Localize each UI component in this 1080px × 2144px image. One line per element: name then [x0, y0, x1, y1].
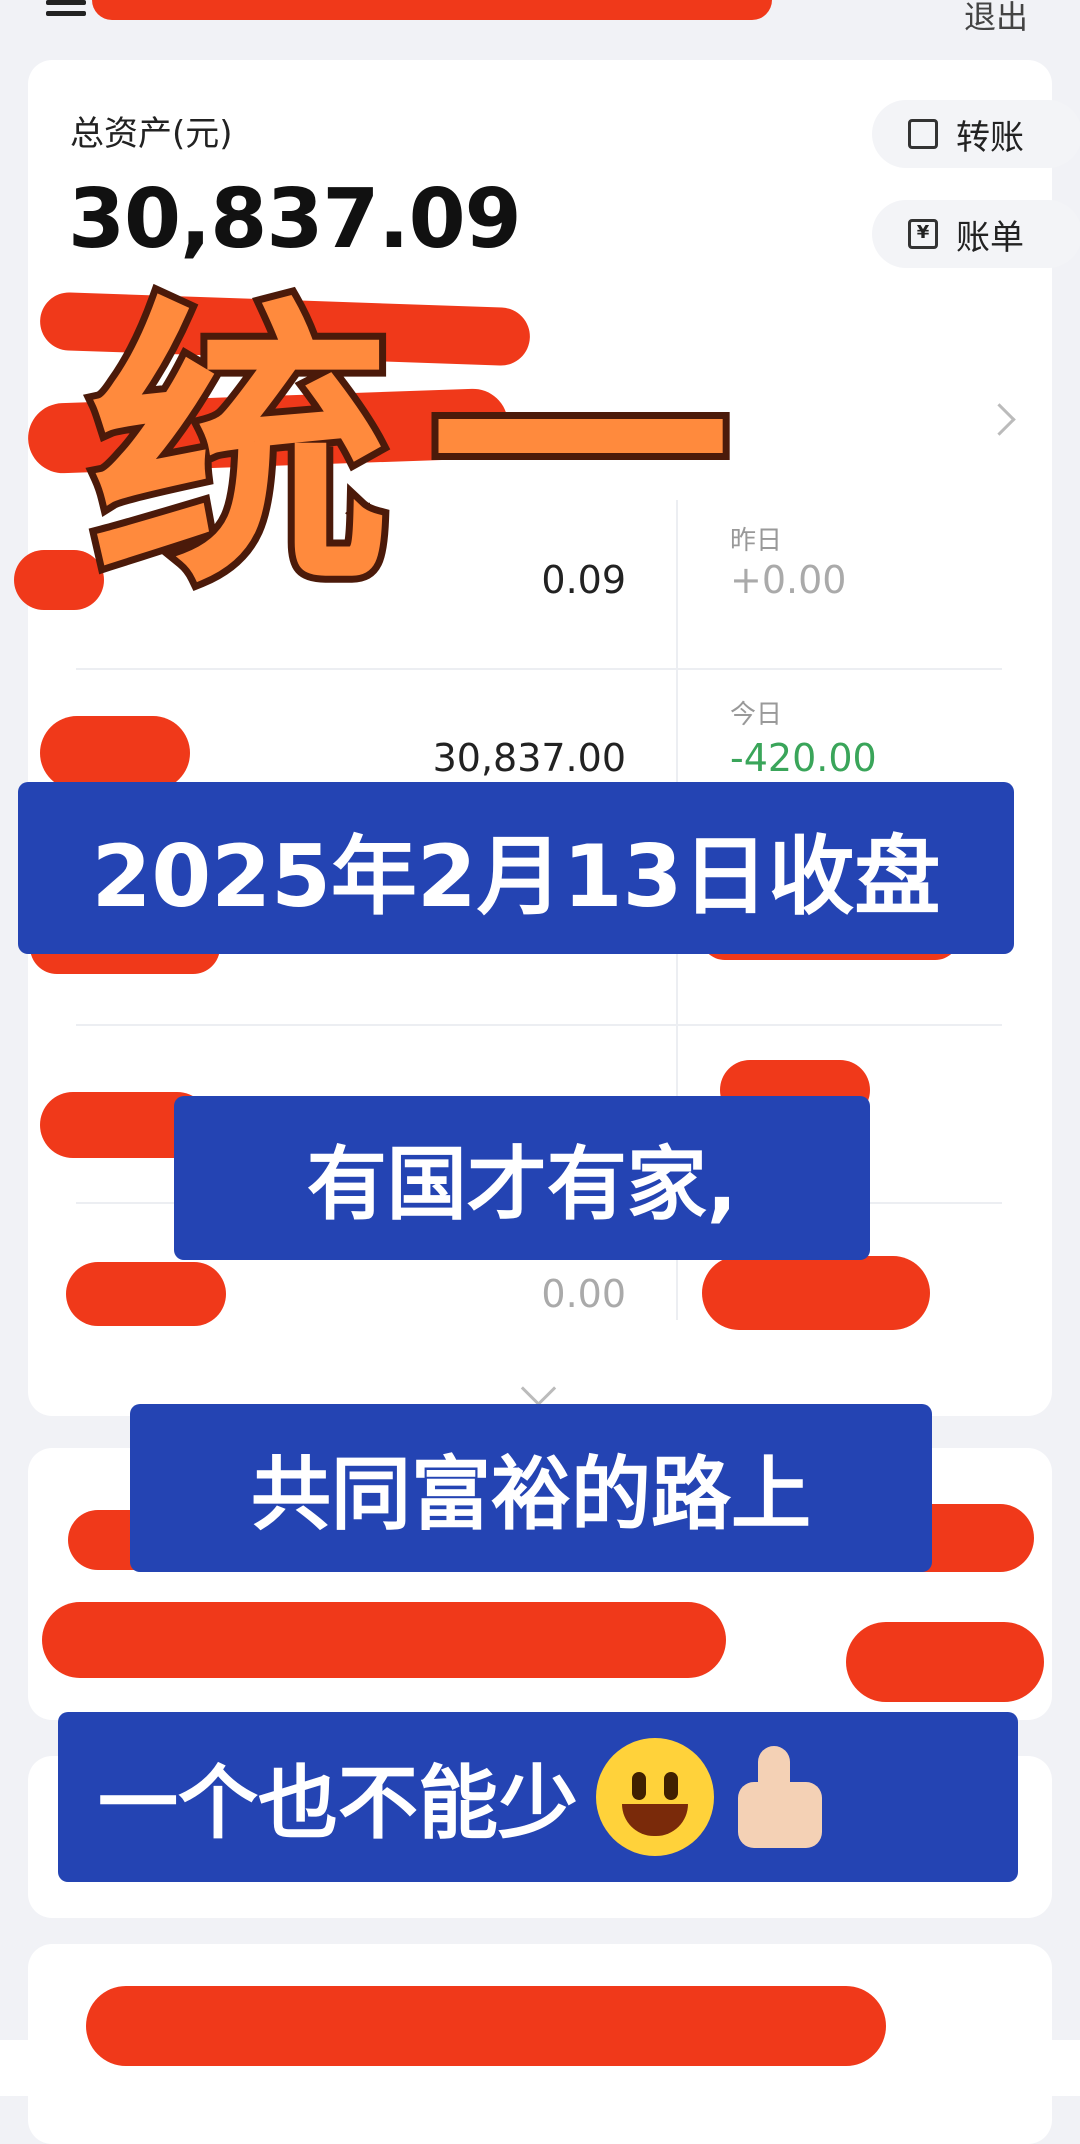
row-divider — [76, 668, 1002, 670]
logout-button[interactable]: 退出 — [964, 0, 1028, 38]
transfer-button[interactable]: 转账 — [872, 100, 1080, 168]
account-amount: 30,837.00 — [432, 736, 626, 780]
smiley-emoji-icon — [596, 1738, 714, 1856]
total-assets-label: 总资产(元) — [70, 114, 233, 154]
thumbs-up-emoji-icon — [728, 1742, 828, 1852]
redaction-mark — [66, 1262, 226, 1326]
redaction-mark — [42, 1602, 726, 1678]
caption-text: 一个也不能少 — [98, 1757, 578, 1850]
caption-banner: 有国才有家, — [174, 1096, 870, 1260]
transfer-label: 转账 — [956, 117, 1024, 158]
account-change: -420.00 — [730, 736, 877, 780]
total-assets-value: 30,837.09 — [68, 172, 522, 267]
menu-icon[interactable] — [46, 0, 86, 22]
transfer-icon — [908, 119, 938, 149]
bill-icon: ¥ — [908, 219, 938, 249]
redaction-mark — [92, 0, 772, 20]
redaction-mark — [846, 1622, 1044, 1702]
redaction-mark — [86, 1986, 886, 2066]
redaction-mark — [702, 1256, 930, 1330]
redaction-mark — [40, 716, 190, 790]
account-amount: 0.00 — [541, 1272, 626, 1316]
bill-button[interactable]: ¥ 账单 — [872, 200, 1080, 268]
headline-overlay: 统一 — [83, 275, 770, 624]
bill-label: 账单 — [956, 217, 1024, 258]
caption-banner: 一个也不能少 — [58, 1712, 1018, 1882]
caption-banner: 共同富裕的路上 — [130, 1404, 932, 1572]
row-divider — [76, 1024, 1002, 1026]
change-period-label: 今日 — [730, 700, 783, 730]
date-banner: 2025年2月13日收盘 — [18, 782, 1014, 954]
